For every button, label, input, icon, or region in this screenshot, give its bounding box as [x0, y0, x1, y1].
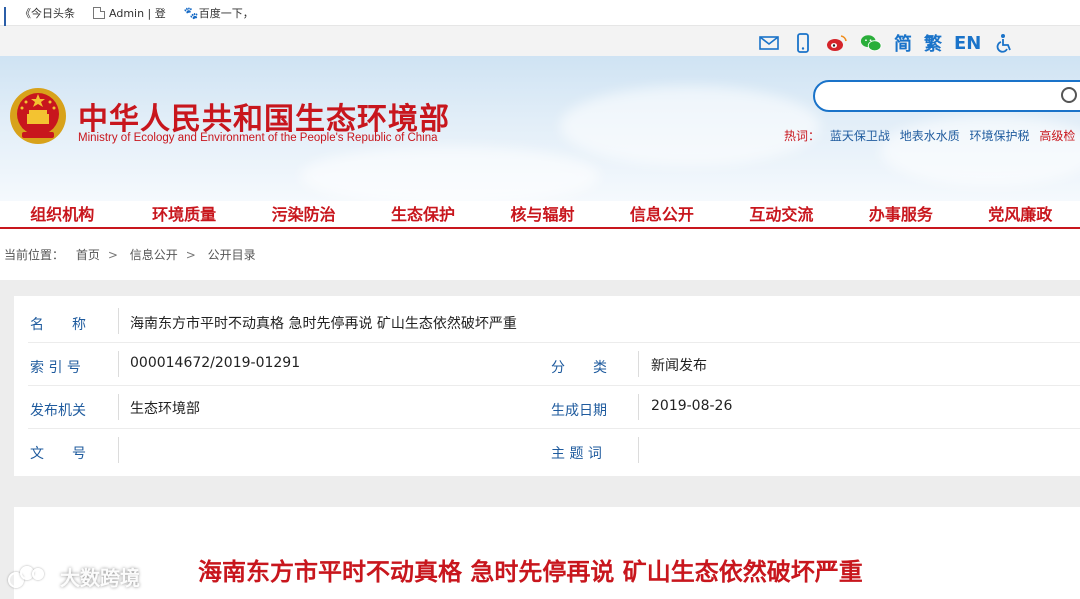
bookmark-admin[interactable]: Admin | 登	[93, 5, 166, 21]
bar-chart-icon	[4, 6, 16, 39]
traditional-chinese-link[interactable]: 繁	[924, 30, 942, 56]
english-link[interactable]: EN	[954, 33, 981, 54]
nav-item-information-disclosure[interactable]: 信息公开	[602, 201, 721, 227]
hot-word-link[interactable]: 高级检	[1039, 129, 1075, 143]
nav-item-party-integrity[interactable]: 党风廉政	[961, 201, 1080, 227]
hot-word-link[interactable]: 地表水水质	[900, 129, 960, 143]
breadcrumb-home[interactable]: 首页	[76, 248, 100, 262]
main-nav: 组织机构 环境质量 污染防治 生态保护 核与辐射 信息公开 互动交流 办事服务 …	[0, 201, 1080, 229]
bookmark-toutiao[interactable]: 《今日头条	[4, 5, 75, 39]
metadata-row-name: 名 称 海南东方市平时不动真格 急时先停再说 矿山生态依然破坏严重	[28, 300, 1080, 343]
weibo-icon[interactable]	[826, 32, 848, 54]
site-subtitle: Ministry of Ecology and Environment of t…	[78, 132, 438, 144]
mail-icon[interactable]	[758, 32, 780, 54]
search-icon[interactable]	[1061, 87, 1077, 103]
date-value: 2019-08-26	[651, 398, 733, 414]
breadcrumb-disclosure[interactable]: 信息公开	[130, 248, 178, 262]
category-value: 新闻发布	[651, 358, 707, 374]
bookmarks-bar: 《今日头条 Admin | 登 🐾 百度一下，	[0, 0, 1080, 39]
nav-item-services[interactable]: 办事服务	[841, 201, 960, 227]
hot-words: 热词： 蓝天保卫战 地表水水质 环境保护税 高级检	[784, 127, 1075, 144]
breadcrumb: 当前位置： 首页 > 信息公开 > 公开目录	[4, 246, 264, 263]
utility-bar: 简 繁 EN	[0, 26, 1080, 56]
site-header: 中华人民共和国生态环境部 Ministry of Ecology and Env…	[0, 56, 1080, 201]
wheelchair-icon[interactable]	[993, 32, 1015, 54]
simplified-chinese-link[interactable]: 简	[894, 30, 912, 56]
hot-word-link[interactable]: 蓝天保卫战	[830, 129, 890, 143]
index-value: 000014672/2019-01291	[130, 355, 301, 371]
doc-number-label: 文 号	[30, 446, 86, 462]
watermark-logo-icon	[8, 564, 54, 590]
bookmark-label: 百度一下，	[198, 6, 254, 20]
watermark-text: 大数跨境	[60, 566, 140, 590]
bookmark-baidu[interactable]: 🐾 百度一下，	[184, 5, 254, 21]
name-value: 海南东方市平时不动真格 急时先停再说 矿山生态依然破坏严重	[130, 316, 517, 332]
search-input[interactable]	[813, 80, 1080, 112]
nav-item-interaction[interactable]: 互动交流	[722, 201, 841, 227]
national-emblem-logo	[10, 88, 66, 144]
watermark: 大数跨境	[8, 562, 140, 591]
date-label: 生成日期	[551, 403, 607, 419]
hot-words-label: 热词：	[784, 129, 821, 143]
issuer-value: 生态环境部	[130, 401, 200, 417]
metadata-row-docnum: 文 号 主 题 词	[28, 429, 1080, 472]
index-label: 索 引 号	[30, 360, 81, 376]
nav-item-organization[interactable]: 组织机构	[0, 201, 124, 227]
metadata-row-issuer: 发布机关 生态环境部 生成日期 2019-08-26	[28, 386, 1080, 429]
page-icon	[93, 6, 105, 19]
issuer-label: 发布机关	[30, 403, 86, 419]
article-title: 海南东方市平时不动真格 急时先停再说 矿山生态依然破坏严重	[198, 558, 863, 586]
nav-item-nuclear-radiation[interactable]: 核与辐射	[483, 201, 602, 227]
category-label: 分 类	[551, 360, 607, 376]
breadcrumb-separator: >	[107, 248, 118, 262]
name-label: 名 称	[30, 317, 86, 333]
breadcrumb-label: 当前位置：	[4, 248, 65, 262]
hot-word-link[interactable]: 环境保护税	[970, 129, 1030, 143]
breadcrumb-separator: >	[185, 248, 196, 262]
baidu-paw-icon: 🐾	[183, 5, 199, 20]
nav-item-environment-quality[interactable]: 环境质量	[124, 201, 243, 227]
bookmark-label: 《今日头条	[20, 6, 75, 20]
breadcrumb-catalog[interactable]: 公开目录	[208, 248, 256, 262]
nav-item-pollution-control[interactable]: 污染防治	[244, 201, 363, 227]
subject-label: 主 题 词	[551, 446, 602, 462]
metadata-row-index: 索 引 号 000014672/2019-01291 分 类 新闻发布	[28, 343, 1080, 386]
metadata-panel: 名 称 海南东方市平时不动真格 急时先停再说 矿山生态依然破坏严重 索 引 号 …	[14, 296, 1080, 476]
mobile-icon[interactable]	[792, 32, 814, 54]
bookmark-label: Admin | 登	[109, 6, 166, 20]
nav-item-ecological-protection[interactable]: 生态保护	[363, 201, 482, 227]
wechat-icon[interactable]	[860, 32, 882, 54]
